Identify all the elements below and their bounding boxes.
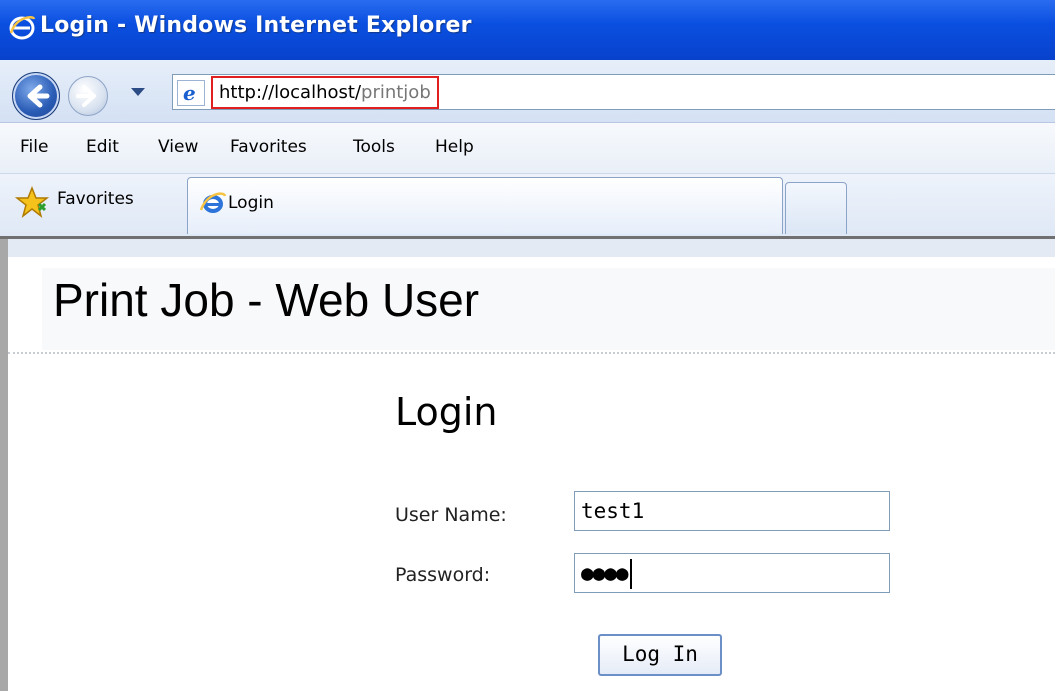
menu-edit[interactable]: Edit [86, 137, 119, 157]
menu-tools[interactable]: Tools [353, 137, 395, 157]
menu-help[interactable]: Help [435, 137, 474, 157]
favorites-star-icon[interactable] [15, 186, 49, 218]
content-top-strip [0, 239, 1055, 257]
svg-text:e: e [183, 81, 196, 105]
text-caret [629, 559, 632, 589]
new-tab-button[interactable] [785, 182, 847, 234]
tab-ie-icon [199, 192, 227, 213]
menu-view[interactable]: View [158, 137, 198, 157]
username-label: User Name: [395, 504, 507, 526]
menu-favorites[interactable]: Favorites [230, 137, 307, 157]
favorites-button[interactable]: Favorites [57, 189, 134, 209]
forward-arrow-icon [76, 85, 96, 107]
password-field[interactable]: ●●●● [574, 553, 890, 593]
window-title: Login - Windows Internet Explorer [40, 13, 472, 38]
page-title: Print Job - Web User [53, 274, 480, 326]
url-path: printjob [361, 82, 431, 103]
recent-pages-dropdown-icon[interactable] [131, 88, 145, 96]
window-left-border [0, 239, 8, 691]
back-arrow-icon [27, 84, 50, 108]
menu-file[interactable]: File [20, 137, 48, 157]
password-label: Password: [395, 564, 491, 586]
page-ie-icon: e [177, 80, 205, 106]
header-divider [8, 352, 1055, 354]
ie-logo-icon [9, 16, 36, 40]
window-titlebar: Login - Windows Internet Explorer [0, 0, 1055, 60]
password-value: ●●●● [581, 561, 629, 585]
back-button[interactable] [12, 72, 60, 120]
username-field[interactable]: test1 [574, 491, 890, 531]
forward-button[interactable] [68, 76, 108, 116]
url-host: http://localhost/ [219, 82, 362, 103]
login-button[interactable]: Log In [598, 634, 722, 676]
username-value: test1 [581, 499, 645, 523]
address-url[interactable]: http://localhost/printjob [211, 76, 439, 109]
login-heading: Login [395, 390, 498, 434]
tab-login[interactable] [187, 177, 783, 234]
tab-login-label[interactable]: Login [228, 193, 274, 213]
